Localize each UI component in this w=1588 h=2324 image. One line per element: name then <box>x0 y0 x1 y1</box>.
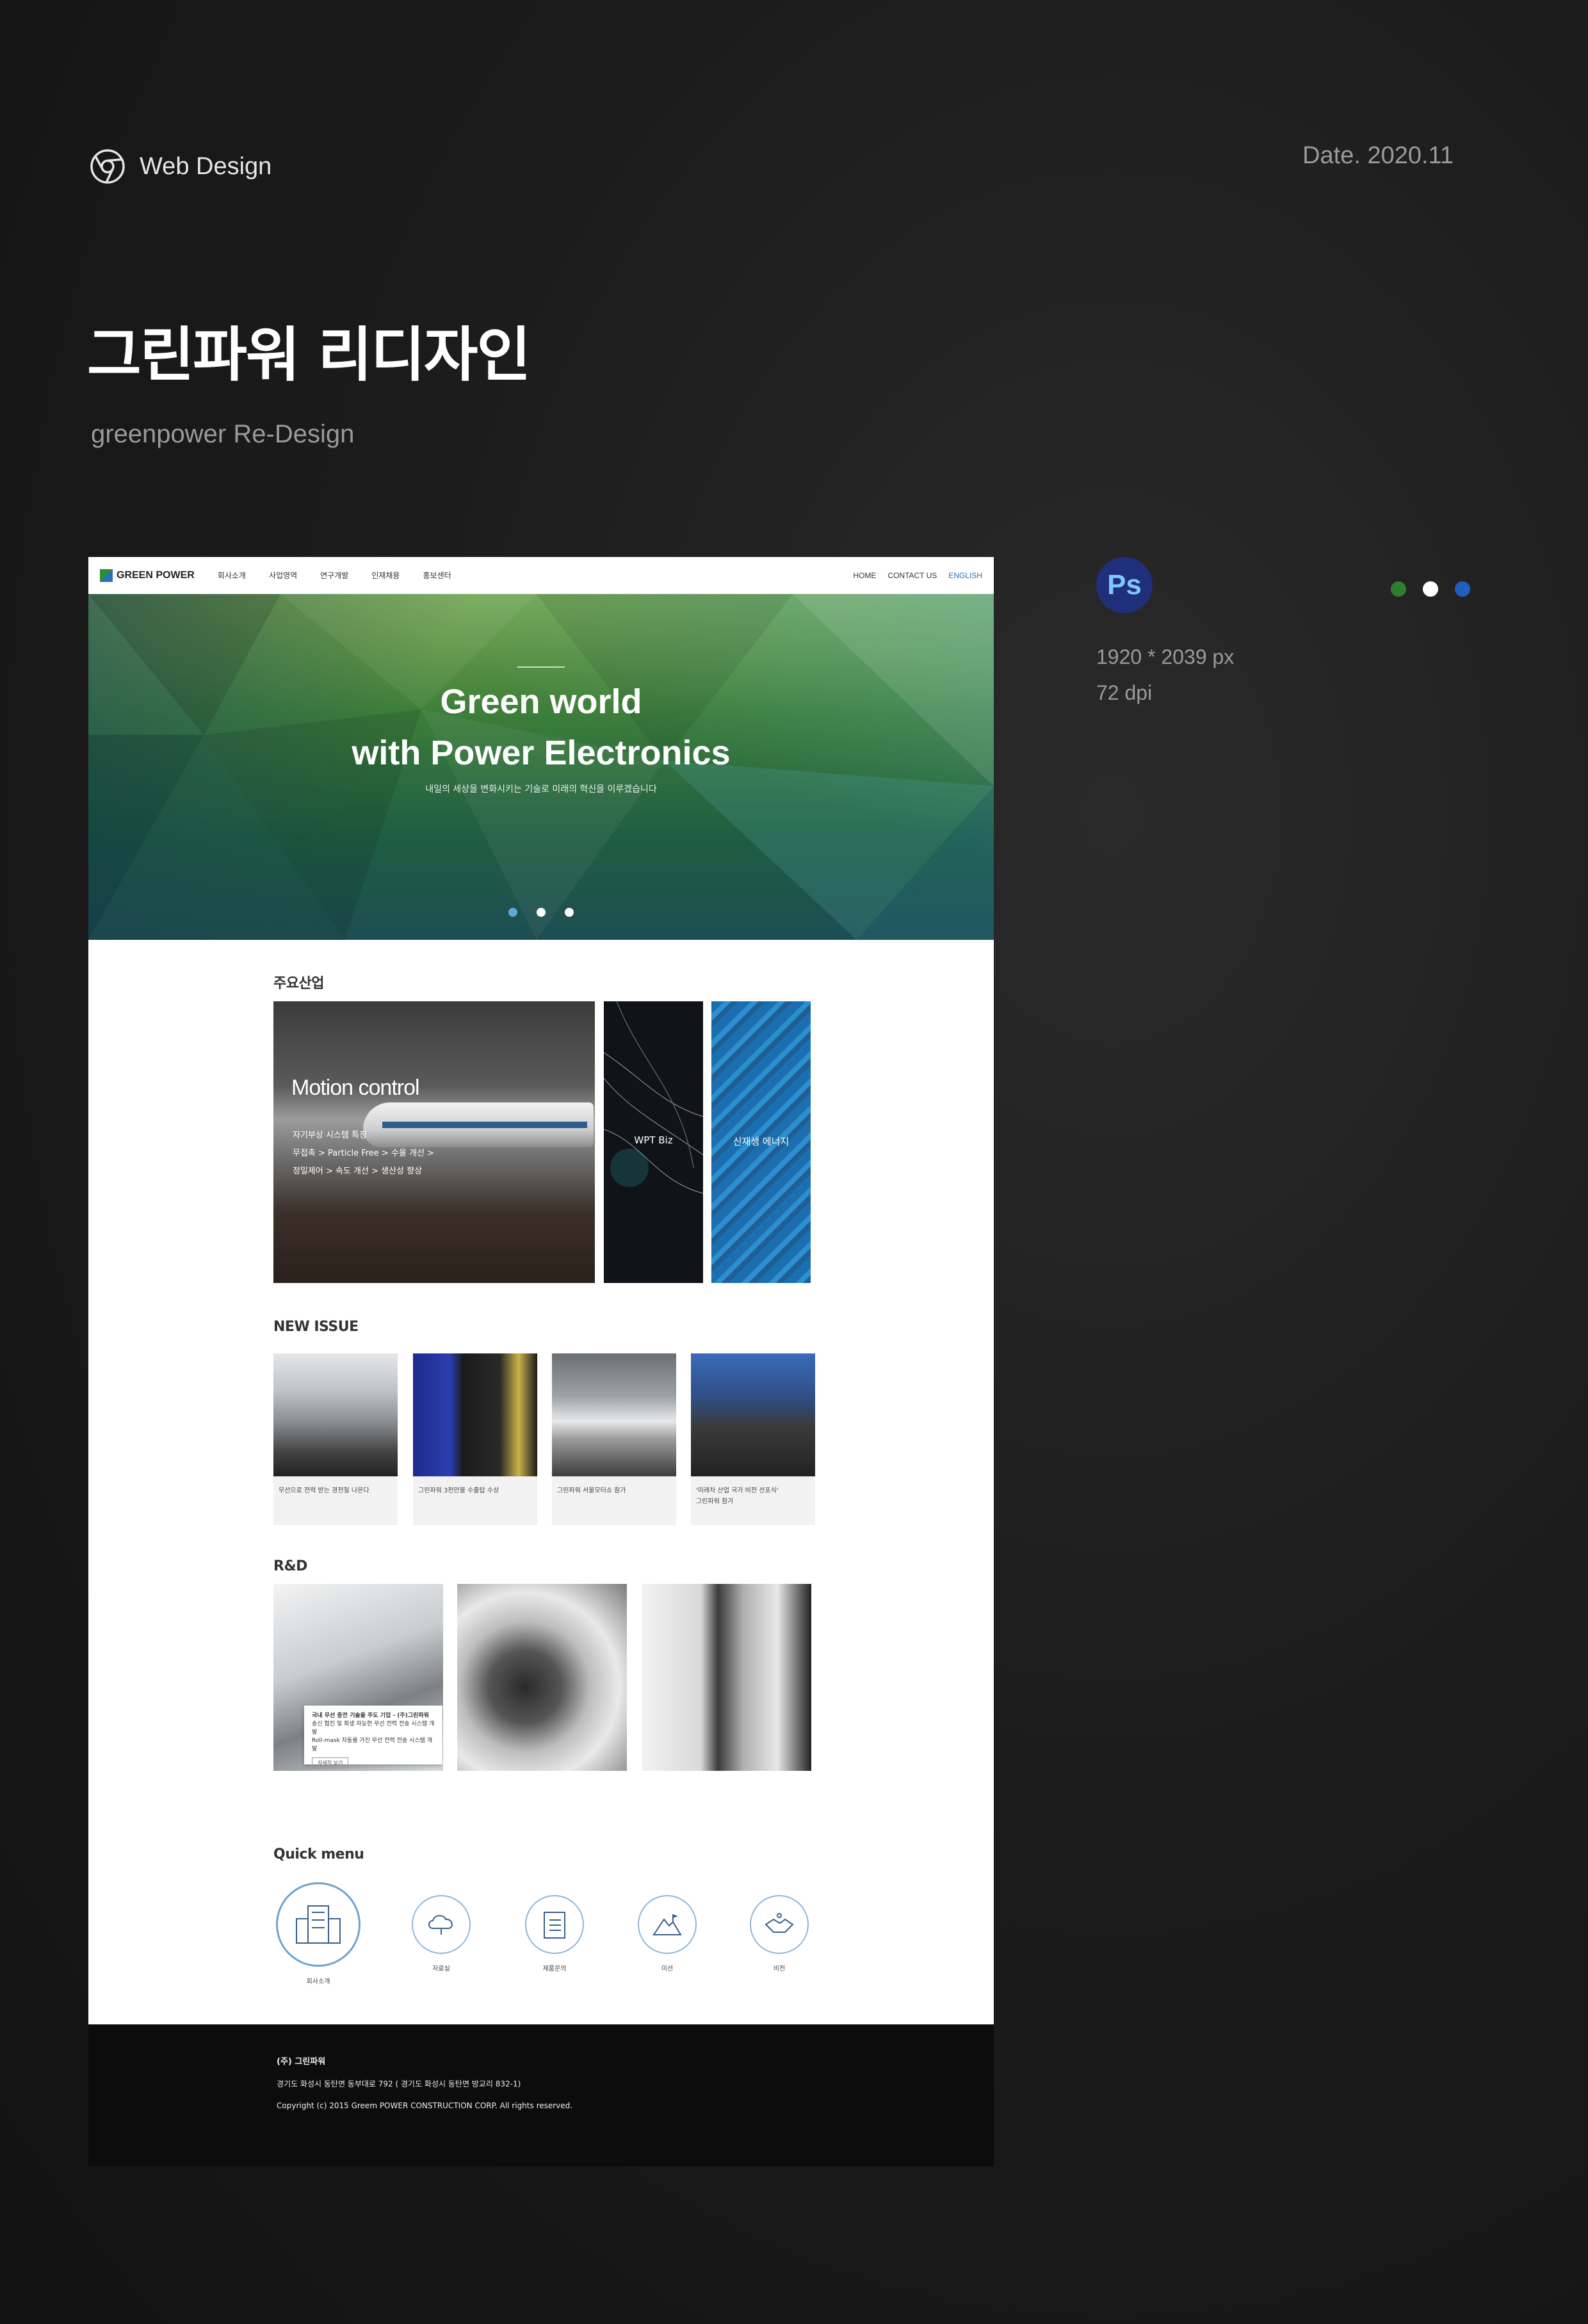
hero-title-line2: with Power Electronics <box>352 734 731 772</box>
menu-item-company[interactable]: 회사소개 <box>218 570 246 581</box>
checklist-icon <box>525 1895 584 1954</box>
news-image-ceremony <box>691 1353 815 1476</box>
footer-copyright: Copyright (c) 2015 Greem POWER CONSTRUCT… <box>277 2101 573 2110</box>
hero-title: Green world with Power Electronics <box>88 676 994 779</box>
rnd-box-line1: 송신 협진 및 회생 자능한 무선 전력 전송 시스템 개발 <box>312 1721 435 1736</box>
hero-divider <box>517 666 565 668</box>
site-nav: GREEN POWER 회사소개 사업영역 연구개발 인재채용 홍보센터 HOM… <box>88 557 994 594</box>
rnd-more-button[interactable]: 자세히 보기 <box>312 1757 349 1768</box>
news-image-motorshow <box>552 1353 676 1476</box>
mountain-flag-icon-svg <box>652 1914 682 1935</box>
swatch-green <box>1391 581 1406 597</box>
news-card[interactable]: 무선으로 전력 받는 경전철 나온다 <box>273 1353 398 1525</box>
quick-label: 미션 <box>661 1965 674 1973</box>
spec-size: 1920 * 2039 px <box>1096 645 1235 668</box>
date-label: Date. 2020.11 <box>1302 142 1454 169</box>
quick-label: 회사소개 <box>306 1978 330 1985</box>
main-menu: 회사소개 사업영역 연구개발 인재채용 홍보센터 <box>218 570 451 581</box>
slider-dot-3[interactable] <box>565 908 574 917</box>
industry-card-energy-label: 신재생 에너지 <box>733 1136 790 1147</box>
cloud-icon <box>412 1895 471 1954</box>
spec-dpi: 72 dpi <box>1096 681 1153 704</box>
news-caption-line1: '미래차 산업 국가 비전 선포식' <box>696 1487 779 1494</box>
news-image-train <box>273 1353 398 1476</box>
slider-dots <box>88 908 994 917</box>
news-caption: 무선으로 전력 받는 경전철 나온다 <box>279 1487 369 1494</box>
util-home-link[interactable]: HOME <box>853 571 876 580</box>
rnd-info-box: 국내 무선 충전 기술을 주도 기업 - (주)그린파워 송신 협진 및 회생 … <box>304 1706 442 1768</box>
mountain-flag-icon <box>638 1895 697 1954</box>
rnd-card-office[interactable] <box>642 1584 811 1771</box>
industry-card-wpt-label: WPT Biz <box>634 1134 673 1146</box>
swatch-white <box>1423 581 1438 597</box>
quick-item-company[interactable]: 회사소개 <box>273 1882 363 1985</box>
hero-banner: Green world with Power Electronics 내일의 세… <box>88 594 994 940</box>
news-caption: 그린파워 3천만불 수출탑 수상 <box>418 1487 499 1494</box>
industry-line-1: 자기부상 시스템 특징 <box>293 1131 367 1140</box>
industry-card-motion[interactable]: Motion control 자기부상 시스템 특징 무접촉 > Particl… <box>273 1001 595 1283</box>
industry-line-2: 무접촉 > Particle Free > 수율 개선 > <box>293 1149 434 1158</box>
news-image-award <box>413 1353 537 1476</box>
slider-dot-1[interactable] <box>508 908 517 917</box>
page-title: 그린파워 리디자인 <box>87 321 531 389</box>
quick-section-title: Quick menu <box>273 1846 364 1862</box>
photoshop-icon: Ps <box>1096 557 1153 613</box>
hero-subtitle: 내일의 세상을 변화시키는 기술로 미래의 혁신을 이루겠습니다 <box>425 784 657 795</box>
industry-card-energy[interactable]: 신재생 에너지 <box>711 1001 811 1283</box>
industry-card-title: Motion control <box>291 1076 420 1100</box>
news-card[interactable]: '미래차 산업 국가 비전 선포식' 그린파워 참가 <box>691 1353 815 1525</box>
rnd-box-title: 국내 무선 충전 기술을 주도 기업 - (주)그린파워 <box>312 1713 429 1719</box>
checklist-icon-svg <box>544 1912 565 1939</box>
train-stripe <box>382 1122 587 1128</box>
util-contact-link[interactable]: CONTACT US <box>887 571 937 580</box>
menu-item-pr[interactable]: 홍보센터 <box>423 570 451 581</box>
menu-item-research[interactable]: 연구개발 <box>320 570 348 581</box>
industry-line-3: 정밀제어 > 속도 개선 > 생산성 향상 <box>293 1166 423 1176</box>
handshake-icon-svg <box>765 1913 794 1933</box>
website-mockup: GREEN POWER 회사소개 사업영역 연구개발 인재채용 홍보센터 HOM… <box>88 557 994 2167</box>
building-icon <box>276 1882 361 1967</box>
cloud-icon-svg <box>428 1915 453 1935</box>
rnd-box-line2: Roll-mask 자동를 가진 무선 전력 전송 시스템 개발 <box>312 1738 433 1752</box>
quick-label: 비전 <box>773 1965 786 1973</box>
news-card[interactable]: 그린파워 서울모터쇼 참가 <box>552 1353 676 1525</box>
color-swatches <box>1391 581 1470 597</box>
quick-item-inquiry[interactable]: 제품문의 <box>510 1882 599 1973</box>
industry-card-wpt[interactable]: WPT Biz <box>604 1001 703 1283</box>
util-english-link[interactable]: ENGLISH <box>948 571 982 580</box>
news-section-title: NEW ISSUE <box>273 1319 359 1335</box>
utility-links: HOME CONTACT US ENGLISH <box>853 571 982 580</box>
chrome-icon <box>90 149 125 184</box>
rnd-card-microscope[interactable] <box>457 1584 627 1771</box>
category-header: Web Design <box>90 149 271 184</box>
footer-company: (주) 그린파워 <box>277 2057 326 2067</box>
quick-label: 제품문의 <box>542 1965 567 1973</box>
building-icon-svg <box>296 1905 341 1944</box>
menu-item-business[interactable]: 사업영역 <box>269 570 297 581</box>
industry-section-title: 주요산업 <box>273 976 324 992</box>
page-subtitle: greenpower Re-Design <box>91 420 355 448</box>
quick-item-archive[interactable]: 자료실 <box>396 1882 486 1973</box>
logo-text: GREEN POWER <box>117 569 195 581</box>
category-label: Web Design <box>140 152 272 180</box>
logo-icon <box>100 569 113 582</box>
quick-item-mission[interactable]: 미션 <box>622 1882 712 1973</box>
handshake-icon <box>750 1895 809 1954</box>
menu-item-careers[interactable]: 인재채용 <box>371 570 400 581</box>
news-caption: 그린파워 서울모터쇼 참가 <box>557 1487 626 1494</box>
site-logo[interactable]: GREEN POWER <box>100 569 195 582</box>
site-footer: (주) 그린파워 경기도 화성시 동탄면 동부대로 792 ( 경기도 화성시 … <box>88 2024 994 2167</box>
hero-title-line1: Green world <box>440 682 642 721</box>
rnd-card[interactable]: 국내 무선 충전 기술을 주도 기업 - (주)그린파워 송신 협진 및 회생 … <box>273 1584 443 1771</box>
slider-dot-2[interactable] <box>537 908 546 917</box>
swatch-blue <box>1455 581 1470 597</box>
footer-address: 경기도 화성시 동탄면 동부대로 792 ( 경기도 화성시 동탄면 방교리 8… <box>277 2079 521 2088</box>
news-caption: '미래차 산업 국가 비전 선포식' 그린파워 참가 <box>691 1476 815 1507</box>
rnd-section-title: R&D <box>273 1558 307 1574</box>
news-card[interactable]: 그린파워 3천만불 수출탑 수상 <box>413 1353 537 1525</box>
quick-item-vision[interactable]: 비전 <box>734 1882 824 1973</box>
news-caption-line2: 그린파워 참가 <box>696 1498 734 1505</box>
quick-label: 자료실 <box>432 1965 450 1973</box>
